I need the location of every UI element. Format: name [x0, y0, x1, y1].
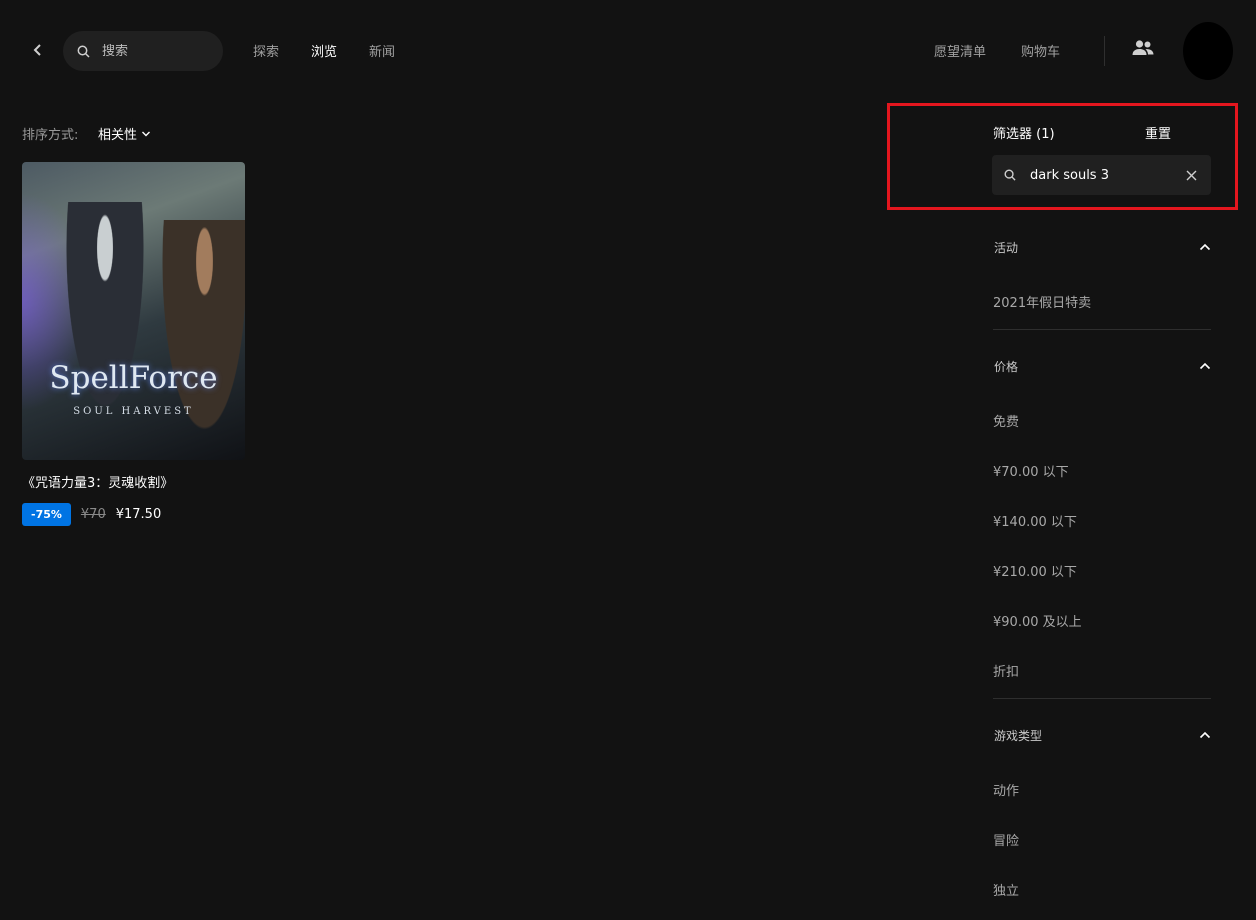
cover-art-figure	[60, 202, 150, 432]
chevron-up-icon	[1199, 731, 1211, 739]
price-row: -75% ¥70 ¥17.50	[22, 503, 245, 526]
clear-search-button[interactable]	[1183, 167, 1199, 183]
friends-icon	[1132, 40, 1154, 55]
nav-explore[interactable]: 探索	[253, 41, 279, 60]
filter-option-free[interactable]: 免费	[993, 411, 1019, 430]
game-cover-image[interactable]: SpellForce SOUL HARVEST	[22, 162, 245, 460]
filter-search-input[interactable]	[1030, 167, 1170, 183]
chevron-left-icon	[33, 44, 41, 56]
filter-option-discount[interactable]: 折扣	[993, 661, 1019, 680]
friends-button[interactable]	[1131, 38, 1159, 62]
original-price: ¥70	[80, 507, 106, 522]
sort-label: 排序方式:	[22, 128, 79, 143]
filter-section-events[interactable]: 活动	[994, 236, 1211, 258]
nav-browse[interactable]: 浏览	[311, 41, 337, 60]
filter-option-adventure[interactable]: 冒险	[993, 830, 1019, 849]
filter-title: 筛选器 (1)	[993, 127, 1055, 142]
sort-value: 相关性	[98, 128, 138, 143]
section-divider	[993, 329, 1211, 330]
sale-price: ¥17.50	[115, 507, 162, 522]
filter-option-under-140[interactable]: ¥140.00 以下	[993, 511, 1077, 530]
avatar[interactable]	[1183, 22, 1233, 80]
section-title: 价格	[994, 359, 1019, 374]
filter-search-field[interactable]	[992, 155, 1211, 195]
filter-option-indie[interactable]: 独立	[993, 880, 1019, 899]
close-icon	[1186, 170, 1196, 180]
discount-badge: -75%	[22, 503, 71, 526]
cover-logo: SpellForce	[49, 360, 218, 396]
section-divider	[993, 698, 1211, 699]
nav-divider	[1104, 36, 1105, 66]
reset-button[interactable]: 重置	[1145, 123, 1171, 142]
search-field[interactable]	[63, 31, 223, 71]
filter-option-under-210[interactable]: ¥210.00 以下	[993, 561, 1077, 580]
game-title[interactable]: 《咒语力量3：灵魂收割》	[22, 472, 245, 491]
filter-section-genre[interactable]: 游戏类型	[994, 724, 1211, 746]
search-icon	[1004, 169, 1016, 181]
section-title: 游戏类型	[994, 728, 1043, 743]
wishlist-link[interactable]: 愿望清单	[934, 41, 986, 60]
chevron-up-icon	[1199, 362, 1211, 370]
game-card[interactable]: SpellForce SOUL HARVEST 《咒语力量3：灵魂收割》 -75…	[22, 162, 245, 526]
sort-dropdown[interactable]: 相关性	[98, 124, 151, 143]
cart-link[interactable]: 购物车	[1021, 41, 1060, 60]
filter-section-price[interactable]: 价格	[994, 355, 1211, 377]
section-title: 活动	[994, 240, 1019, 255]
filter-option-under-70[interactable]: ¥70.00 以下	[993, 461, 1069, 480]
nav-news[interactable]: 新闻	[369, 41, 395, 60]
search-input[interactable]	[102, 43, 202, 59]
back-button[interactable]	[28, 40, 48, 60]
filter-option-90-and-above[interactable]: ¥90.00 及以上	[993, 611, 1082, 630]
filter-option-action[interactable]: 动作	[993, 780, 1019, 799]
chevron-down-icon	[142, 131, 151, 136]
filter-option-holiday-sale[interactable]: 2021年假日特卖	[993, 292, 1091, 311]
cover-logo-subtitle: SOUL HARVEST	[73, 406, 194, 417]
search-icon	[77, 45, 90, 58]
chevron-up-icon	[1199, 243, 1211, 251]
